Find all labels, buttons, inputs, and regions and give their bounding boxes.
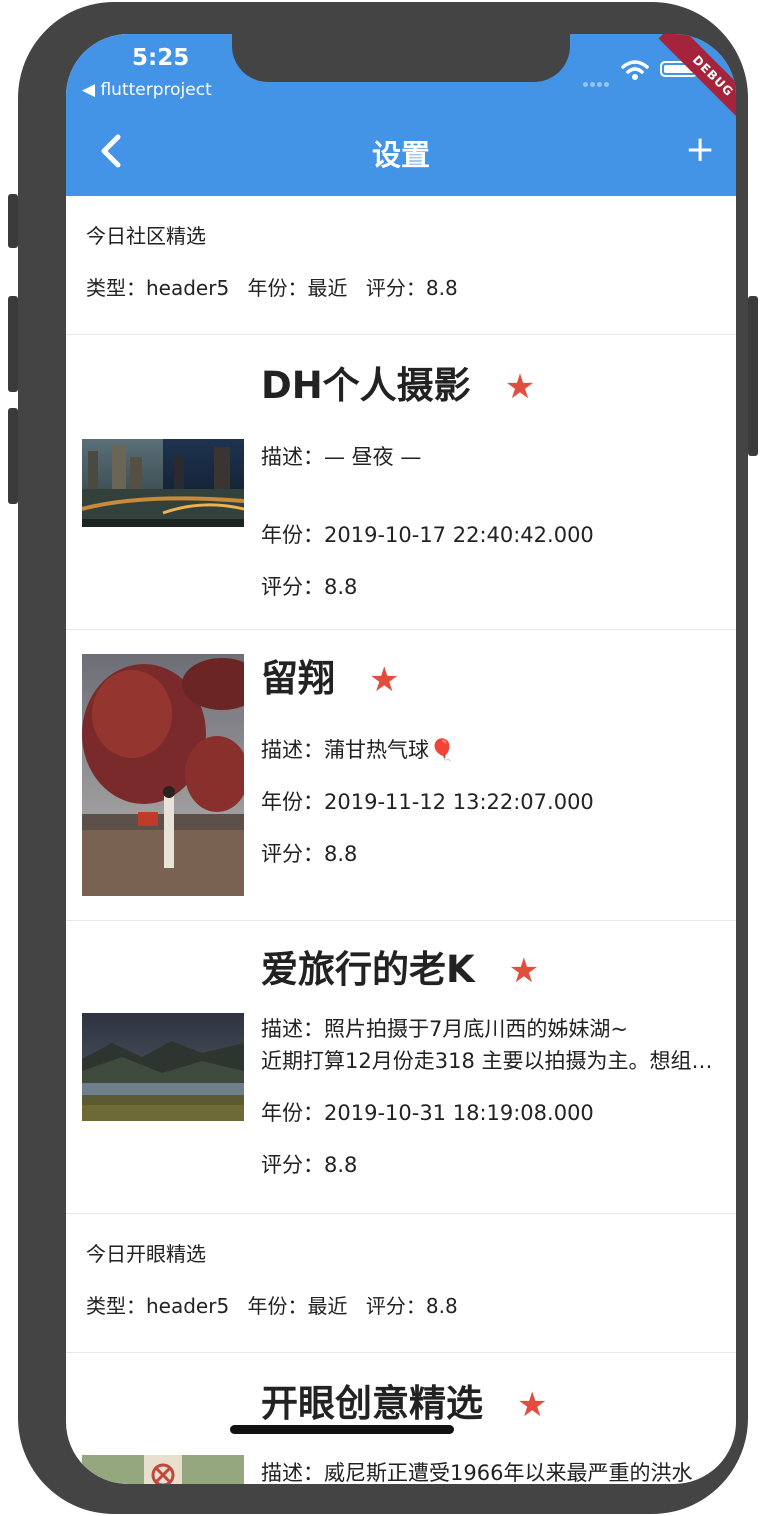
hot-air-balloon-photo: [82, 654, 244, 896]
star-icon[interactable]: ★: [369, 660, 399, 700]
section-score: 评分：8.8: [365, 276, 458, 300]
add-button[interactable]: +: [685, 132, 715, 168]
app-bar: 5:25 ◀ flutterproject DEBUG 设置 +: [66, 34, 736, 196]
section-header: 今日开眼精选 类型：header5 年份：最近 评分：8.8: [66, 1214, 736, 1353]
section-header: 今日社区精选 类型：header5 年份：最近 评分：8.8: [66, 196, 736, 335]
list-item[interactable]: DH个人摄影 ★ 描述：— 昼夜 — 年份：2019-10-17 22:40:4…: [66, 335, 736, 630]
volume-up-button: [8, 296, 18, 392]
card-description: 描述：威尼斯正遭受1966年以来最严重的洪水: [261, 1461, 693, 1484]
power-button: [748, 296, 758, 456]
debug-banner: DEBUG: [658, 34, 736, 131]
wifi-icon: [621, 59, 649, 85]
card-description: 描述：蒲甘热气球🎈: [261, 738, 456, 762]
creative-photo: [82, 1455, 244, 1484]
card-title: 开眼创意精选: [261, 1382, 483, 1425]
screen: 5:25 ◀ flutterproject DEBUG 设置 + 今日社区精选 …: [66, 34, 736, 1484]
section-title: 今日社区精选: [86, 224, 206, 248]
card-title-row: 爱旅行的老K ★: [261, 939, 539, 993]
card-year: 年份：2019-10-17 22:40:42.000: [261, 523, 594, 547]
content-list: 今日社区精选 类型：header5 年份：最近 评分：8.8 DH个人摄影 ★: [66, 196, 736, 1484]
back-to-app-link[interactable]: ◀ flutterproject: [82, 80, 212, 100]
card-score: 评分：8.8: [261, 575, 358, 599]
signal-icon: [583, 72, 615, 87]
card-description: 描述：— 昼夜 —: [261, 445, 422, 469]
section-title: 今日开眼精选: [86, 1242, 206, 1266]
star-icon[interactable]: ★: [509, 951, 539, 991]
city-night-photo: [82, 439, 244, 527]
card-title: DH个人摄影: [261, 364, 471, 407]
mountain-lake-photo: [82, 1013, 244, 1121]
star-icon[interactable]: ★: [505, 367, 535, 407]
notch: [232, 34, 570, 82]
section-score: 评分：8.8: [365, 1294, 458, 1318]
card-score: 评分：8.8: [261, 842, 358, 866]
card-year: 年份：2019-10-31 18:19:08.000: [261, 1101, 594, 1125]
section-type: 类型：header5: [86, 1294, 230, 1318]
card-title: 爱旅行的老K: [261, 948, 475, 991]
card-year: 年份：2019-11-12 13:22:07.000: [261, 790, 594, 814]
star-icon[interactable]: ★: [517, 1385, 547, 1425]
card-score: 评分：8.8: [261, 1153, 358, 1177]
section-year: 年份：最近: [247, 1294, 348, 1318]
page-title: 设置: [371, 138, 430, 172]
status-time: 5:25: [132, 45, 190, 71]
list-item[interactable]: 开眼创意精选 ★ 描述：威尼斯正遭受1966年以来最严重的洪水: [66, 1353, 736, 1484]
section-year: 年份：最近: [247, 276, 348, 300]
mute-switch: [8, 194, 18, 248]
list-item[interactable]: 留翔 ★ 描述：蒲甘热气球🎈 年份：2019-11-12 13:22:07.00…: [66, 630, 736, 921]
list-item[interactable]: 爱旅行的老K ★ 描述：照片拍摄于7月底川西的姊妹湖~ 近期打算12月份走318…: [66, 921, 736, 1214]
card-title-row: 留翔 ★: [261, 648, 399, 702]
phone-frame: 5:25 ◀ flutterproject DEBUG 设置 + 今日社区精选 …: [18, 2, 748, 1514]
card-title-row: DH个人摄影 ★: [261, 355, 535, 409]
card-title: 留翔: [261, 657, 335, 700]
card-description-cont: 近期打算12月份走318 主要以拍摄为主。想组队的朋友…: [261, 1049, 727, 1073]
card-description: 描述：照片拍摄于7月底川西的姊妹湖~: [261, 1017, 628, 1041]
section-type: 类型：header5: [86, 276, 230, 300]
section-meta: 类型：header5 年份：最近 评分：8.8: [86, 260, 716, 334]
section-meta: 类型：header5 年份：最近 评分：8.8: [86, 1278, 716, 1352]
volume-down-button: [8, 408, 18, 504]
card-title-row: 开眼创意精选 ★: [261, 1373, 547, 1427]
home-indicator[interactable]: [230, 1425, 454, 1434]
